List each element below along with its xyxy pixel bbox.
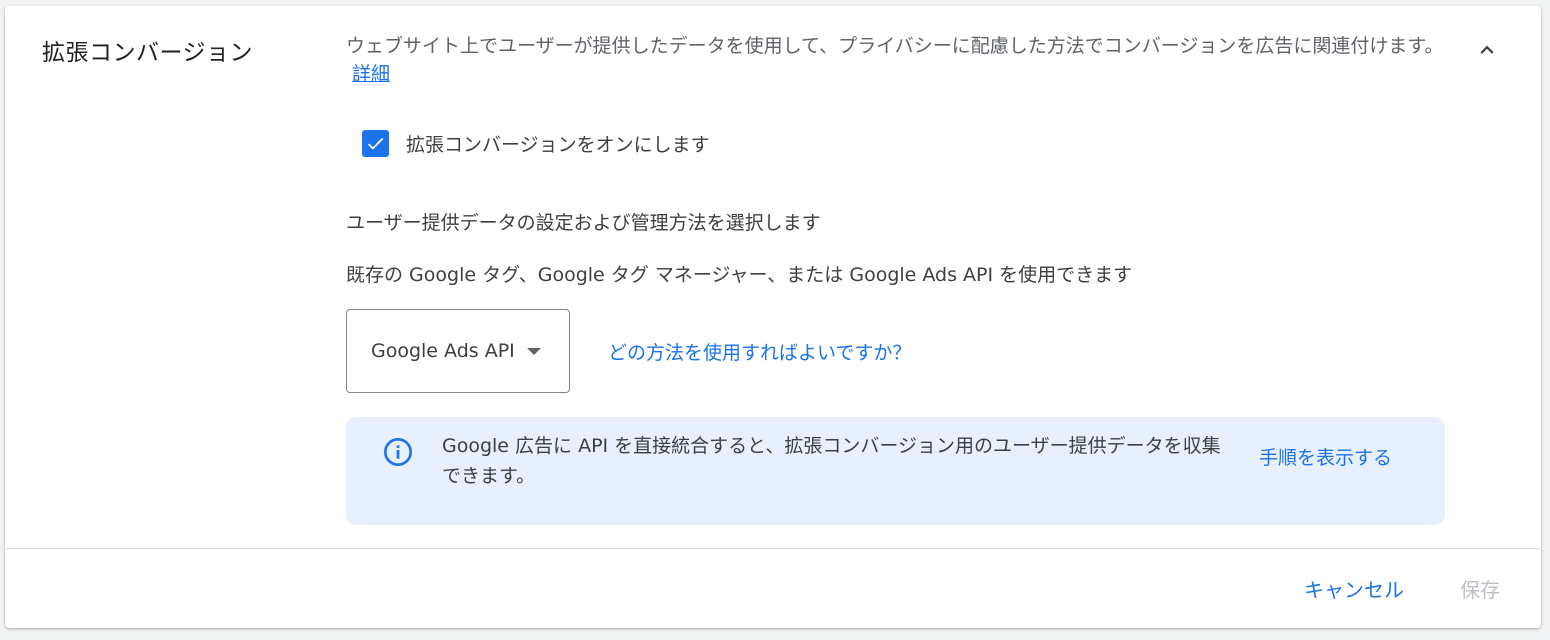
save-button[interactable]: 保存	[1460, 574, 1500, 603]
chevron-up-icon	[1480, 45, 1494, 54]
checkbox-label: 拡張コンバージョンをオンにします	[406, 134, 710, 156]
section-title: 拡張コンバージョン	[42, 40, 254, 66]
info-icon	[384, 438, 412, 466]
which-method-link[interactable]: どの方法を使用すればよいですか？	[608, 338, 911, 365]
enable-checkbox-row[interactable]: 拡張コンバージョンをオンにします	[362, 130, 710, 157]
setup-helper-text: 既存の Google タグ、Google タグ マネージャー、または Googl…	[346, 264, 1133, 286]
enable-checkbox[interactable]	[362, 130, 389, 157]
footer-divider	[5, 548, 1541, 549]
info-banner: Google 広告に API を直接統合すると、拡張コンバージョン用のユーザー提…	[346, 417, 1445, 525]
enhanced-conversions-card: 拡張コンバージョン ウェブサイト上でユーザーが提供したデータを使用して、プライバ…	[5, 6, 1541, 628]
cancel-button[interactable]: キャンセル	[1304, 574, 1404, 603]
method-select-value: Google Ads API	[371, 340, 515, 362]
section-description: ウェブサイト上でユーザーが提供したデータを使用して、プライバシーに配慮した方法で…	[346, 32, 1446, 88]
check-icon	[367, 137, 384, 150]
setup-heading: ユーザー提供データの設定および管理方法を選択します	[346, 212, 821, 234]
show-steps-link[interactable]: 手順を表示する	[1259, 443, 1392, 470]
learn-more-link[interactable]: 詳細	[352, 63, 390, 85]
collapse-button[interactable]	[1471, 34, 1503, 66]
dropdown-arrow-icon	[526, 348, 541, 355]
method-select[interactable]: Google Ads API	[346, 309, 570, 393]
description-text: ウェブサイト上でユーザーが提供したデータを使用して、プライバシーに配慮した方法で…	[346, 35, 1444, 57]
info-text: Google 広告に API を直接統合すると、拡張コンバージョン用のユーザー提…	[442, 435, 1221, 487]
